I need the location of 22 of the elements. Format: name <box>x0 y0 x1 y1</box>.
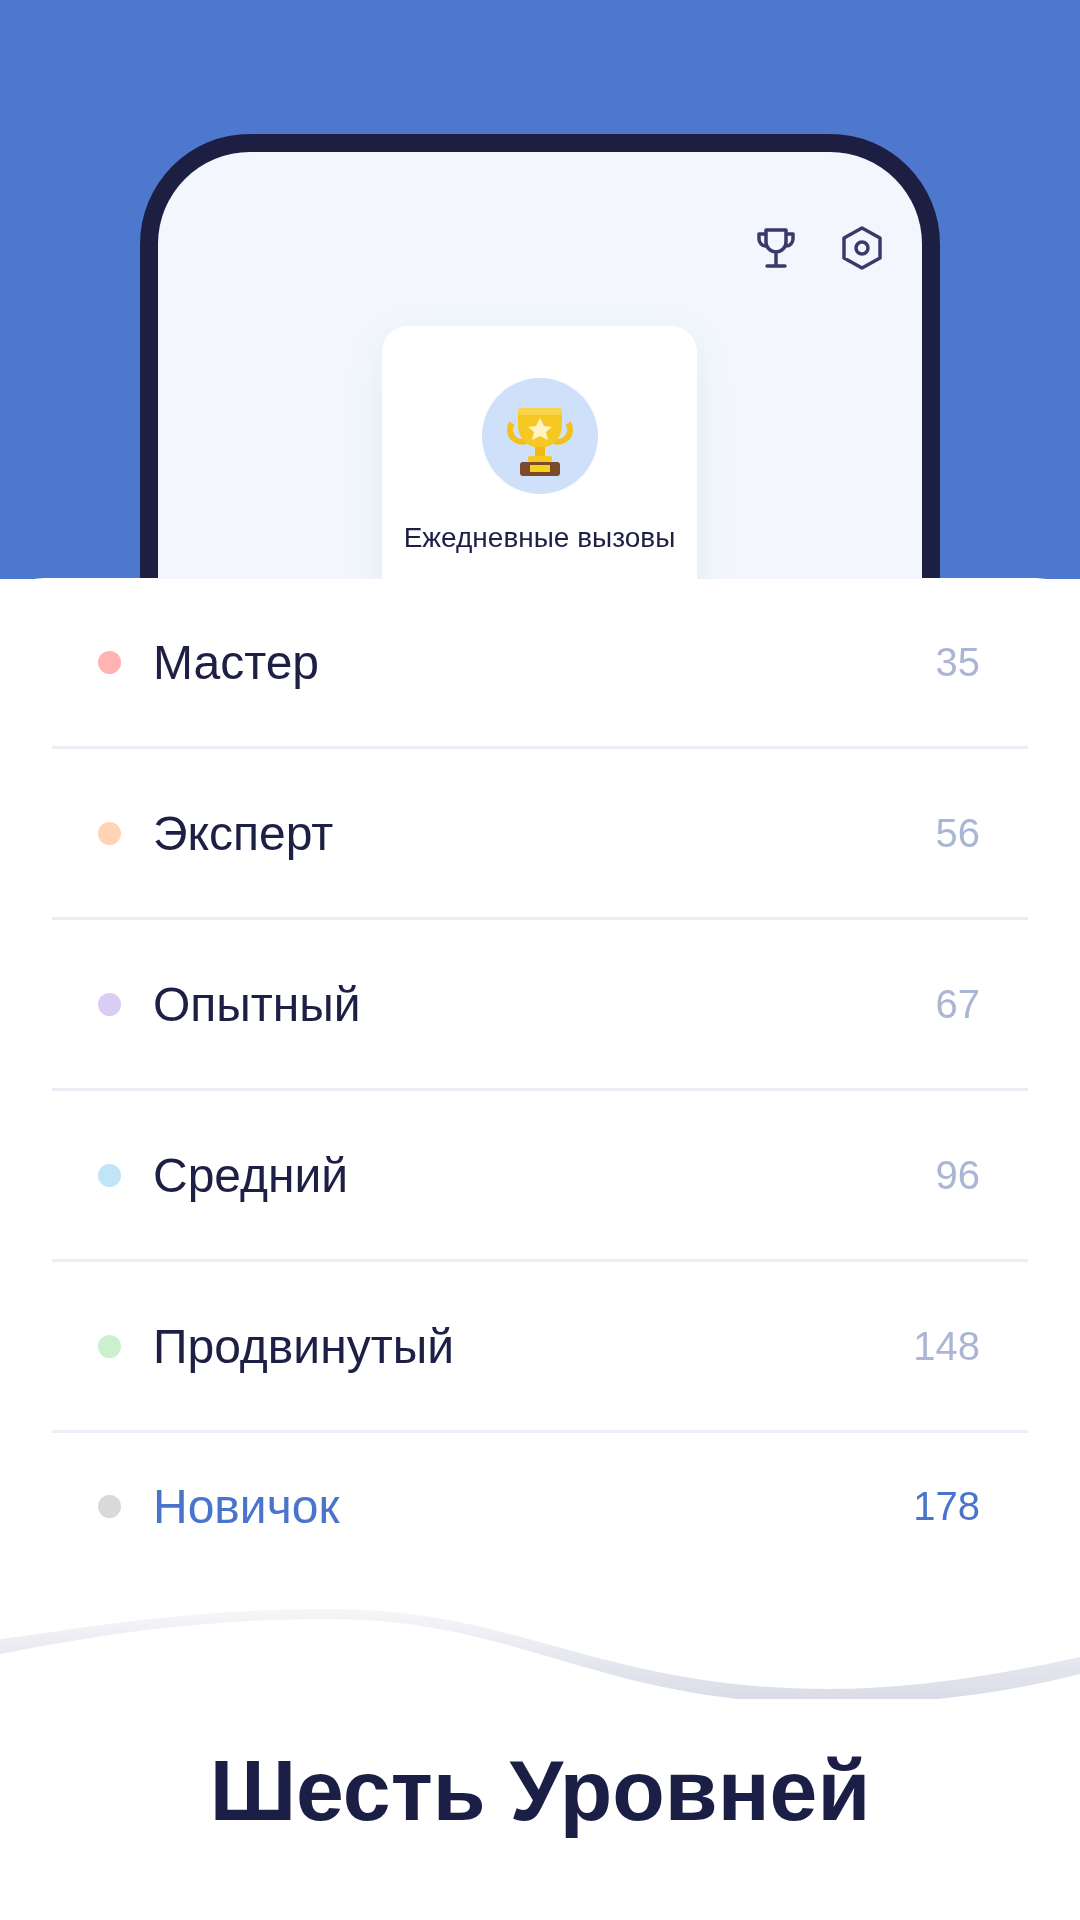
level-name: Продвинутый <box>153 1318 454 1374</box>
headline: Шесть Уровней <box>208 1741 872 1840</box>
card-label: Ежедневные вызовы <box>403 522 676 554</box>
trophy-icon <box>481 378 598 494</box>
level-row[interactable]: Мастер 35 <box>52 578 1028 749</box>
level-name: Эксперт <box>153 805 334 861</box>
level-count: 67 <box>935 981 980 1027</box>
challenge-card[interactable]: Ежедневные вызовы <box>382 326 697 579</box>
level-row[interactable]: Опытный 67 <box>52 920 1028 1091</box>
level-count: 56 <box>935 810 980 856</box>
level-row[interactable]: Новичок 178 <box>52 1433 1028 1579</box>
level-count: 35 <box>935 639 980 685</box>
level-row[interactable]: Средний 96 <box>52 1091 1028 1262</box>
level-name: Мастер <box>153 634 320 690</box>
level-name: Новичок <box>153 1478 340 1534</box>
level-row[interactable]: Эксперт 56 <box>52 749 1028 920</box>
level-name: Опытный <box>153 976 361 1032</box>
level-count: 96 <box>935 1152 980 1198</box>
level-row[interactable]: Продвинутый 148 <box>52 1262 1028 1433</box>
level-count: 178 <box>913 1483 980 1529</box>
level-name: Средний <box>153 1147 349 1203</box>
level-count: 148 <box>913 1323 980 1369</box>
